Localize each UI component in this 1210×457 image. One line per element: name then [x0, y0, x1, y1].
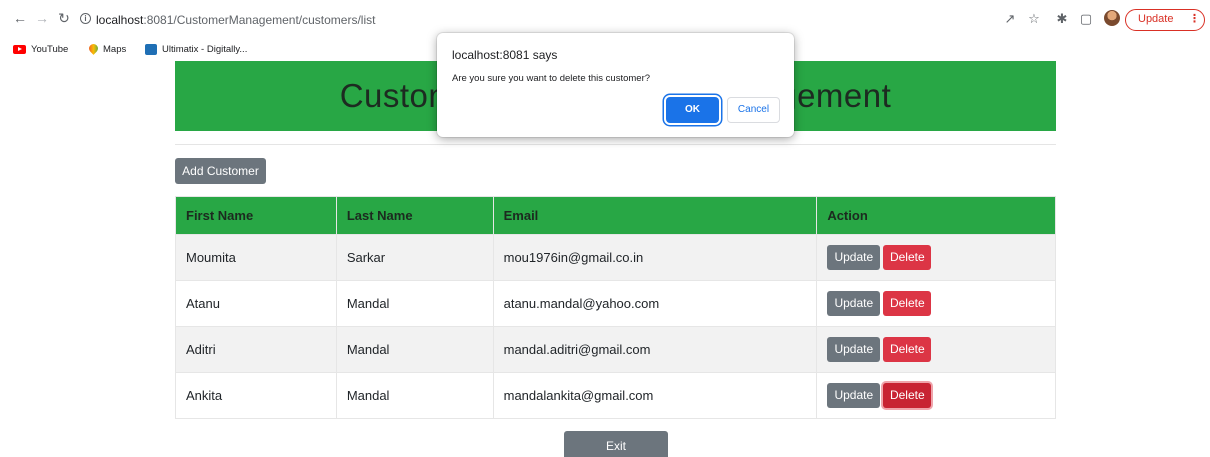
delete-button[interactable]: Delete [883, 383, 932, 408]
bookmark-star-icon[interactable]: ☆ [1026, 11, 1042, 27]
first-name-cell: Atanu [175, 280, 337, 327]
browser-update-label: Update [1138, 13, 1174, 25]
maps-pin-icon [89, 44, 98, 55]
browser-update-button[interactable]: Update ⋮ [1125, 9, 1205, 31]
column-header-first-name: First Name [175, 196, 337, 235]
dialog-cancel-button[interactable]: Cancel [727, 97, 780, 123]
last-name-cell: Sarkar [336, 234, 494, 281]
delete-button[interactable]: Delete [883, 291, 932, 316]
table-header-row: First Name Last Name Email Action [175, 196, 1056, 235]
exit-button[interactable]: Exit [564, 431, 668, 457]
youtube-icon [13, 44, 26, 54]
share-icon[interactable]: ↗ [1002, 11, 1018, 27]
delete-button[interactable]: Delete [883, 245, 932, 270]
last-name-cell: Mandal [336, 372, 494, 419]
add-customer-button[interactable]: Add Customer [175, 158, 266, 184]
side-panel-icon[interactable]: ▢ [1078, 11, 1094, 27]
reload-icon[interactable]: ↻ [56, 10, 72, 26]
bookmark-youtube[interactable]: YouTube [13, 43, 68, 57]
update-button[interactable]: Update [827, 245, 881, 270]
profile-avatar[interactable] [1104, 10, 1120, 26]
first-name-cell: Moumita [175, 234, 337, 281]
url-path: :8081/CustomerManagement/customers/list [143, 13, 376, 27]
site-info-icon[interactable]: i [80, 13, 91, 24]
forward-arrow-icon[interactable]: → [34, 10, 50, 26]
first-name-cell: Aditri [175, 326, 337, 373]
bookmark-label: Maps [103, 44, 127, 55]
email-cell: mou1976in@gmail.co.in [493, 234, 818, 281]
divider [175, 144, 1056, 145]
column-header-action: Action [816, 196, 1056, 235]
dialog-message: Are you sure you want to delete this cus… [452, 73, 651, 84]
action-cell: Update Delete [816, 280, 1056, 327]
last-name-cell: Mandal [336, 280, 494, 327]
menu-kebab-icon: ⋮ [1189, 13, 1200, 25]
confirm-dialog: localhost:8081 says Are you sure you wan… [437, 33, 794, 137]
delete-button[interactable]: Delete [883, 337, 932, 362]
extensions-puzzle-icon[interactable]: ✱ [1054, 11, 1070, 27]
address-bar[interactable]: localhost:8081/CustomerManagement/custom… [96, 10, 375, 30]
url-host: localhost [96, 13, 144, 27]
last-name-cell: Mandal [336, 326, 494, 373]
table-row: Ankita Mandal mandalankita@gmail.com Upd… [175, 372, 1056, 419]
action-cell: Update Delete [816, 326, 1056, 373]
bookmark-label: YouTube [31, 44, 69, 55]
email-cell: atanu.mandal@yahoo.com [493, 280, 818, 327]
table-row: Aditri Mandal mandal.aditri@gmail.com Up… [175, 326, 1056, 373]
bookmark-label: Ultimatix - Digitally... [162, 44, 248, 55]
email-cell: mandal.aditri@gmail.com [493, 326, 818, 373]
back-arrow-icon[interactable]: ← [12, 10, 28, 26]
first-name-cell: Ankita [175, 372, 337, 419]
action-cell: Update Delete [816, 234, 1056, 281]
update-button[interactable]: Update [827, 337, 881, 362]
action-cell: Update Delete [816, 372, 1056, 419]
dialog-title: localhost:8081 says [452, 48, 558, 62]
table-row: Atanu Mandal atanu.mandal@yahoo.com Upda… [175, 280, 1056, 327]
bookmark-ultimatix[interactable]: Ultimatix - Digitally... [145, 43, 247, 57]
update-button[interactable]: Update [827, 383, 881, 408]
column-header-last-name: Last Name [336, 196, 494, 235]
column-header-email: Email [493, 196, 818, 235]
ultimatix-icon [145, 43, 157, 55]
customers-table: First Name Last Name Email Action Moumit… [175, 196, 1056, 419]
table-row: Moumita Sarkar mou1976in@gmail.co.in Upd… [175, 234, 1056, 281]
update-button[interactable]: Update [827, 291, 881, 316]
bookmark-maps[interactable]: Maps [89, 43, 126, 57]
email-cell: mandalankita@gmail.com [493, 372, 818, 419]
dialog-ok-button[interactable]: OK [666, 97, 719, 123]
